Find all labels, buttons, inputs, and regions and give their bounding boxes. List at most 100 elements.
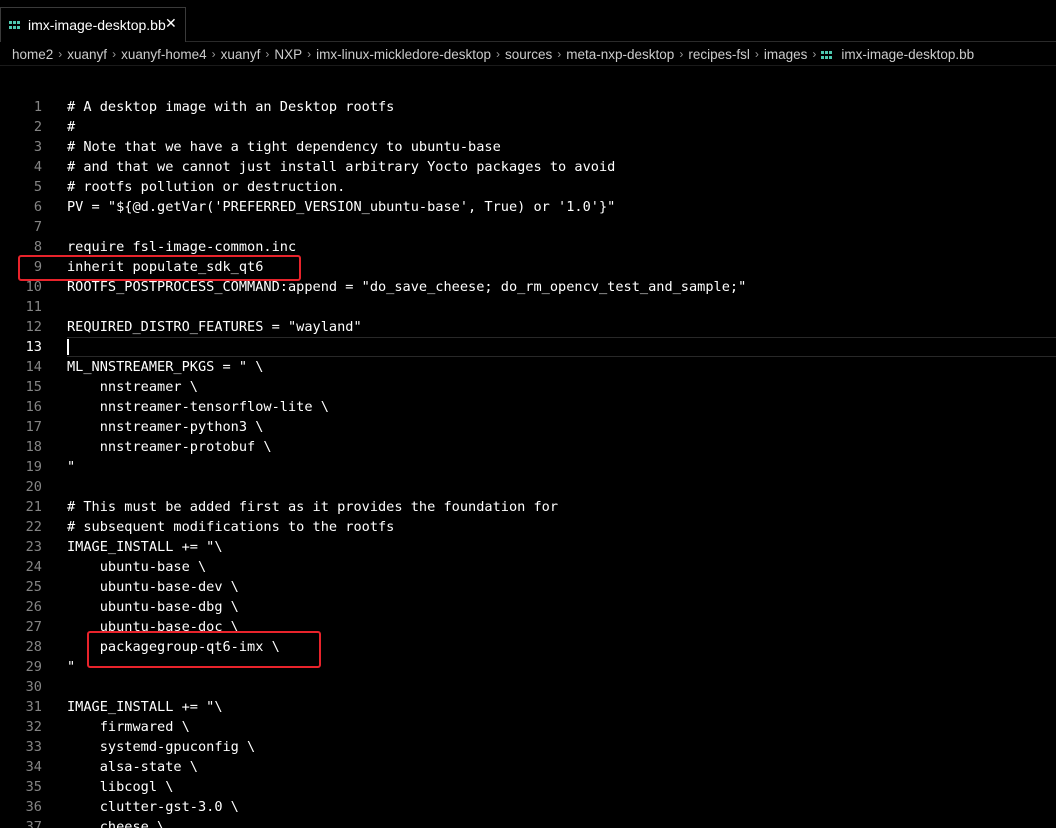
code-text: REQUIRED_DISTRO_FEATURES = "wayland"	[67, 319, 362, 335]
code-line[interactable]: 5 # rootfs pollution or destruction.	[0, 177, 1056, 197]
line-number: 30	[25, 679, 42, 695]
code-line[interactable]: 13	[0, 337, 1056, 357]
code-line[interactable]: 12 REQUIRED_DISTRO_FEATURES = "wayland"	[0, 317, 1056, 337]
line-number: 7	[33, 219, 42, 235]
code-text: # This must be added first as it provide…	[67, 499, 559, 515]
code-text: nnstreamer-protobuf \	[67, 439, 272, 455]
code-line[interactable]: 8 require fsl-image-common.inc	[0, 237, 1056, 257]
code-text: # and that we cannot just install arbitr…	[67, 159, 616, 175]
code-text: libcogl \	[67, 779, 174, 795]
line-number: 21	[25, 499, 42, 515]
text-cursor	[67, 339, 69, 355]
line-number: 32	[25, 719, 42, 735]
code-line[interactable]: 36 clutter-gst-3.0 \	[0, 797, 1056, 817]
breadcrumb-item[interactable]: images	[764, 47, 808, 62]
code-text: # A desktop image with an Desktop rootfs	[67, 99, 395, 115]
line-number: 5	[33, 179, 42, 195]
line-number: 24	[25, 559, 42, 575]
breadcrumb-separator-icon: ›	[679, 47, 684, 61]
code-editor[interactable]: 1 # A desktop image with an Desktop rootf…	[0, 97, 1056, 828]
code-line[interactable]: 16 nnstreamer-tensorflow-lite \	[0, 397, 1056, 417]
breadcrumb: home2 › xuanyf › xuanyf-home4 › xuanyf › NXP › imx…	[12, 44, 974, 64]
code-line[interactable]: 15 nnstreamer \	[0, 377, 1056, 397]
code-line[interactable]: 17 nnstreamer-python3 \	[0, 417, 1056, 437]
code-line[interactable]: 11	[0, 297, 1056, 317]
code-line[interactable]: 6 PV = "${@d.getVar('PREFERRED_VERSION_ub…	[0, 197, 1056, 217]
code-text: nnstreamer \	[67, 379, 198, 395]
code-text: nnstreamer-python3 \	[67, 419, 264, 435]
highlight-box-packagegroup	[87, 631, 321, 668]
code-line[interactable]: 33 systemd-gpuconfig \	[0, 737, 1056, 757]
code-line[interactable]: 14 ML_NNSTREAMER_PKGS = " \	[0, 357, 1056, 377]
code-line[interactable]: 1 # A desktop image with an Desktop rootf…	[0, 97, 1056, 117]
breadcrumb-separator-icon: ›	[58, 47, 63, 61]
breadcrumb-item[interactable]: xuanyf	[67, 47, 107, 62]
code-text: # subsequent modifications to the rootfs	[67, 519, 395, 535]
code-line[interactable]: 31 IMAGE_INSTALL += "\	[0, 697, 1056, 717]
code-text: require fsl-image-common.inc	[67, 239, 297, 255]
tab-imx-image-desktop[interactable]: imx-image-desktop.bb ✕	[0, 7, 186, 42]
line-number: 1	[33, 99, 42, 115]
code-line[interactable]: 25 ubuntu-base-dev \	[0, 577, 1056, 597]
code-line[interactable]: 18 nnstreamer-protobuf \	[0, 437, 1056, 457]
code-line[interactable]: 32 firmwared \	[0, 717, 1056, 737]
code-line[interactable]: 22 # subsequent modifications to the root…	[0, 517, 1056, 537]
code-text: PV = "${@d.getVar('PREFERRED_VERSION_ubu…	[67, 199, 616, 215]
bitbake-file-icon	[821, 51, 833, 59]
breadcrumb-item[interactable]: imx-image-desktop.bb	[841, 47, 974, 62]
code-line[interactable]: 30	[0, 677, 1056, 697]
line-number: 35	[25, 779, 42, 795]
editor-window: imx-image-desktop.bb ✕ home2 › xuanyf › xuan…	[0, 0, 1056, 828]
breadcrumb-item[interactable]: imx-linux-mickledore-desktop	[316, 47, 491, 62]
breadcrumb-separator-icon: ›	[211, 47, 216, 61]
line-number: 22	[25, 519, 42, 535]
code-line[interactable]: 2 #	[0, 117, 1056, 137]
code-line[interactable]: 4 # and that we cannot just install arbit…	[0, 157, 1056, 177]
breadcrumb-item[interactable]: sources	[505, 47, 552, 62]
code-line[interactable]: 24 ubuntu-base \	[0, 557, 1056, 577]
breadcrumb-item[interactable]: xuanyf	[221, 47, 261, 62]
line-number: 36	[25, 799, 42, 815]
line-number: 34	[25, 759, 42, 775]
code-line[interactable]: 23 IMAGE_INSTALL += "\	[0, 537, 1056, 557]
line-number: 14	[25, 359, 42, 375]
line-number: 16	[25, 399, 42, 415]
line-number: 18	[25, 439, 42, 455]
code-line[interactable]: 20	[0, 477, 1056, 497]
code-line[interactable]: 21 # This must be added first as it provi…	[0, 497, 1056, 517]
code-text: "	[67, 459, 76, 475]
line-number: 13	[25, 339, 42, 355]
breadcrumb-item[interactable]: xuanyf-home4	[121, 47, 207, 62]
code-text: # Note that we have a tight dependency t…	[67, 139, 501, 155]
code-text: ML_NNSTREAMER_PKGS = " \	[67, 359, 264, 375]
close-icon[interactable]: ✕	[165, 16, 177, 32]
line-number: 28	[25, 639, 42, 655]
breadcrumb-separator-icon: ›	[812, 47, 817, 61]
code-text: firmwared \	[67, 719, 190, 735]
code-line[interactable]: 26 ubuntu-base-dbg \	[0, 597, 1056, 617]
line-number: 11	[25, 299, 42, 315]
code-line[interactable]: 37 cheese \	[0, 817, 1056, 828]
tab-label: imx-image-desktop.bb	[28, 17, 166, 33]
breadcrumb-item[interactable]: NXP	[274, 47, 302, 62]
line-number: 29	[25, 659, 42, 675]
code-line[interactable]: 34 alsa-state \	[0, 757, 1056, 777]
breadcrumb-item[interactable]: meta-nxp-desktop	[566, 47, 674, 62]
code-text: IMAGE_INSTALL += "\	[67, 539, 223, 555]
breadcrumb-item[interactable]: recipes-fsl	[688, 47, 750, 62]
code-line[interactable]: 3 # Note that we have a tight dependency …	[0, 137, 1056, 157]
code-line[interactable]: 35 libcogl \	[0, 777, 1056, 797]
line-number: 8	[33, 239, 42, 255]
line-number: 17	[25, 419, 42, 435]
code-line[interactable]: 7	[0, 217, 1056, 237]
code-text: alsa-state \	[67, 759, 198, 775]
line-number: 33	[25, 739, 42, 755]
breadcrumb-separator-icon: ›	[265, 47, 270, 61]
breadcrumb-item[interactable]: home2	[12, 47, 53, 62]
line-number: 31	[25, 699, 42, 715]
code-text: "	[67, 659, 76, 675]
line-number: 6	[33, 199, 42, 215]
code-line[interactable]: 19 "	[0, 457, 1056, 477]
line-number: 37	[25, 819, 42, 828]
line-number: 12	[25, 319, 42, 335]
